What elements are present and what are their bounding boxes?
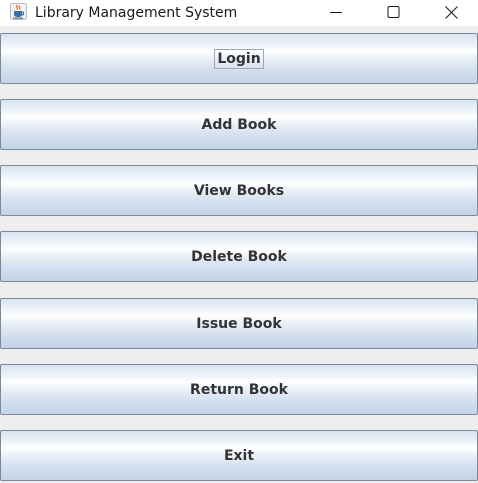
delete-book-button-label: Delete Book bbox=[191, 248, 287, 265]
close-icon bbox=[445, 6, 458, 19]
exit-button-label: Exit bbox=[223, 447, 255, 464]
maximize-button[interactable] bbox=[370, 0, 416, 26]
delete-book-button[interactable]: Delete Book bbox=[0, 231, 478, 282]
close-button[interactable] bbox=[428, 0, 474, 26]
minimize-icon bbox=[330, 12, 342, 13]
window-title: Library Management System bbox=[35, 5, 238, 21]
return-book-button-label: Return Book bbox=[190, 381, 288, 398]
maximize-icon bbox=[387, 6, 400, 18]
login-button[interactable]: Login bbox=[0, 33, 478, 84]
minimize-button[interactable] bbox=[313, 0, 359, 26]
view-books-button-label: View Books bbox=[193, 182, 285, 199]
exit-button[interactable]: Exit bbox=[0, 430, 478, 481]
app-window: Library Management System Login Add Book… bbox=[0, 0, 478, 483]
return-book-button[interactable]: Return Book bbox=[0, 364, 478, 415]
java-coffee-cup-icon bbox=[10, 3, 27, 20]
add-book-button-label: Add Book bbox=[201, 116, 277, 133]
issue-book-button-label: Issue Book bbox=[196, 315, 282, 332]
view-books-button[interactable]: View Books bbox=[0, 165, 478, 216]
login-button-label: Login bbox=[214, 48, 264, 69]
title-bar[interactable]: Library Management System bbox=[0, 0, 478, 26]
issue-book-button[interactable]: Issue Book bbox=[0, 298, 478, 349]
add-book-button[interactable]: Add Book bbox=[0, 99, 478, 150]
